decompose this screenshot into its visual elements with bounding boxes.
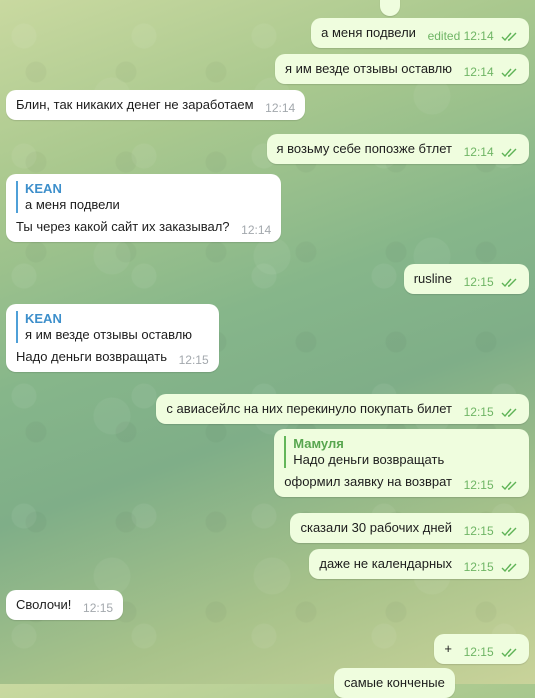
message-bubble[interactable]: rusline 12:15 — [403, 264, 529, 294]
message-text: я возьму себе попозже бтлет — [276, 141, 453, 156]
double-check-icon — [501, 527, 517, 536]
message-time: 12:14 — [463, 65, 494, 79]
double-check-icon — [501, 408, 517, 417]
double-check-icon — [501, 32, 517, 41]
message-meta: 12:15 — [464, 559, 519, 575]
message-text: самые конченые — [344, 675, 445, 690]
message-bubble[interactable]: Мамуля Надо деньги возвращать оформил за… — [274, 429, 529, 497]
reply-text: Надо деньги возвращать — [293, 452, 445, 467]
message-time: 12:15 — [463, 560, 494, 574]
reply-text: я им везде отзывы оставлю — [25, 327, 193, 342]
message-bubble[interactable]: самые конченые — [334, 668, 455, 698]
double-check-icon — [501, 481, 517, 490]
reply-quote[interactable]: Мамуля Надо деньги возвращать — [284, 436, 519, 468]
reply-author: KEAN — [25, 181, 62, 196]
message-meta: edited 12:14 — [428, 28, 519, 44]
message-time: 12:15 — [463, 405, 494, 419]
message-text: я им везде отзывы оставлю — [284, 61, 452, 76]
message-text: оформил заявку на возврат — [284, 474, 452, 489]
message-meta: 12:15 — [464, 274, 519, 290]
double-check-icon — [501, 648, 517, 657]
message-bubble[interactable]: даже не календарных 12:15 — [309, 549, 529, 579]
message-text: Сволочи! — [16, 597, 72, 612]
message-time: 12:15 — [83, 601, 114, 615]
message-meta: 12:15 — [464, 404, 519, 420]
message-time: 12:14 — [463, 29, 494, 43]
message-time: 12:14 — [241, 223, 272, 237]
reply-text: а меня подвели — [25, 197, 120, 212]
double-check-icon — [501, 563, 517, 572]
message-time: 12:15 — [178, 353, 209, 367]
message-time: 12:15 — [463, 524, 494, 538]
reply-quote[interactable]: KEAN я им везде отзывы оставлю — [16, 311, 209, 343]
message-text: + — [444, 641, 452, 656]
message-bubble[interactable]: я возьму себе попозже бтлет 12:14 — [266, 134, 529, 164]
message-text: Блин, так никаких денег не заработаем — [16, 97, 254, 112]
message-bubble[interactable]: с авиасейлс на них перекинуло покупать б… — [156, 394, 529, 424]
message-text: rusline — [413, 271, 452, 286]
message-time: 12:14 — [265, 101, 296, 115]
message-bubble[interactable]: + 12:15 — [434, 634, 529, 664]
message-text: сказали 30 рабочих дней — [300, 520, 452, 535]
edited-label: edited — [427, 29, 461, 43]
message-text: с авиасейлс на них перекинуло покупать б… — [166, 401, 452, 416]
message-bubble-partial[interactable] — [380, 0, 400, 16]
message-text: Ты через какой сайт их заказывал? — [16, 219, 230, 234]
reply-quote[interactable]: KEAN а меня подвели — [16, 181, 271, 213]
message-bubble[interactable]: сказали 30 рабочих дней 12:15 — [290, 513, 529, 543]
message-text: а меня подвели — [321, 25, 416, 40]
message-text: Надо деньги возвращать — [16, 349, 167, 364]
double-check-icon — [501, 148, 517, 157]
message-bubble[interactable]: KEAN я им везде отзывы оставлю Надо день… — [6, 304, 219, 372]
message-meta: 12:14 — [464, 144, 519, 160]
message-time: 12:15 — [463, 478, 494, 492]
message-time: 12:15 — [463, 275, 494, 289]
message-time: 12:15 — [463, 645, 494, 659]
reply-author: KEAN — [25, 311, 62, 326]
message-meta: 12:15 — [464, 523, 519, 539]
message-bubble[interactable]: Сволочи! 12:15 — [6, 590, 124, 620]
message-time: 12:14 — [463, 145, 494, 159]
message-text: даже не календарных — [319, 556, 452, 571]
message-bubble[interactable]: я им везде отзывы оставлю 12:14 — [274, 54, 529, 84]
message-bubble[interactable]: а меня подвели edited 12:14 — [311, 18, 529, 48]
message-meta: 12:15 — [464, 644, 519, 660]
double-check-icon — [501, 68, 517, 77]
message-meta: 12:15 — [464, 477, 519, 493]
reply-author: Мамуля — [293, 436, 344, 451]
message-bubble[interactable]: Блин, так никаких денег не заработаем 12… — [6, 90, 306, 120]
double-check-icon — [501, 278, 517, 287]
message-meta: 12:14 — [464, 64, 519, 80]
message-bubble[interactable]: KEAN а меня подвели Ты через какой сайт … — [6, 174, 282, 242]
